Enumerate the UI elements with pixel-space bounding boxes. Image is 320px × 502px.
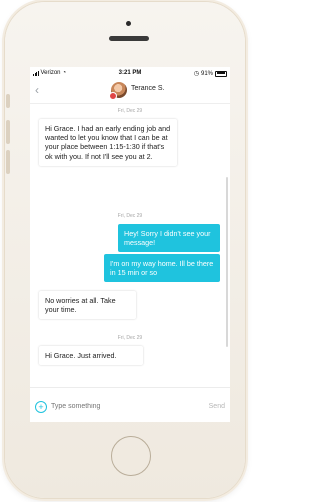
earpiece-speaker bbox=[109, 36, 149, 41]
message-bubble-outgoing[interactable]: Hey! Sorry I didn't see your message! bbox=[118, 224, 220, 253]
unread-dot-icon bbox=[109, 92, 117, 100]
date-separator: Fri, Dec 29 bbox=[117, 213, 143, 219]
phone-side-button bbox=[6, 94, 10, 108]
date-separator: Fri, Dec 29 bbox=[117, 335, 143, 341]
alarm-icon: ◷ bbox=[193, 71, 199, 77]
scrollbar[interactable] bbox=[226, 177, 228, 347]
message-bubble-incoming[interactable]: Hi Grace. Just arrived. bbox=[39, 346, 143, 366]
battery-percent: 91% bbox=[200, 70, 213, 77]
message-thread[interactable]: Fri, Dec 29 Hi Grace. I had an early end… bbox=[30, 103, 230, 387]
message-bubble-incoming[interactable]: No worries at all. Take your time. bbox=[39, 291, 136, 320]
phone-side-button bbox=[6, 150, 10, 174]
message-composer: + Send bbox=[30, 387, 230, 422]
battery-icon bbox=[215, 70, 227, 77]
chat-header: ‹ Terance S. bbox=[30, 79, 230, 104]
phone-frame: Verizon ◔ 3:21 PM ◷ 91% ‹ Terance S. Fri… bbox=[5, 2, 245, 498]
add-attachment-icon[interactable]: + bbox=[35, 401, 47, 413]
chat-screen: Verizon ◔ 3:21 PM ◷ 91% ‹ Terance S. Fri… bbox=[30, 67, 230, 422]
send-button[interactable]: Send bbox=[209, 403, 225, 410]
message-bubble-incoming[interactable]: Hi Grace. I had an early ending job and … bbox=[39, 119, 177, 166]
back-chevron-icon[interactable]: ‹ bbox=[35, 84, 43, 96]
phone-side-button bbox=[6, 120, 10, 144]
status-right: ◷ 91% bbox=[194, 70, 227, 77]
status-bar: Verizon ◔ 3:21 PM ◷ 91% bbox=[30, 67, 230, 79]
front-camera bbox=[126, 21, 131, 26]
home-button[interactable] bbox=[111, 436, 151, 476]
message-input[interactable] bbox=[51, 400, 191, 412]
date-separator: Fri, Dec 29 bbox=[117, 108, 143, 114]
message-bubble-outgoing[interactable]: I'm on my way home. Ill be there in 15 m… bbox=[104, 254, 220, 283]
contact-name[interactable]: Terance S. bbox=[131, 85, 164, 92]
